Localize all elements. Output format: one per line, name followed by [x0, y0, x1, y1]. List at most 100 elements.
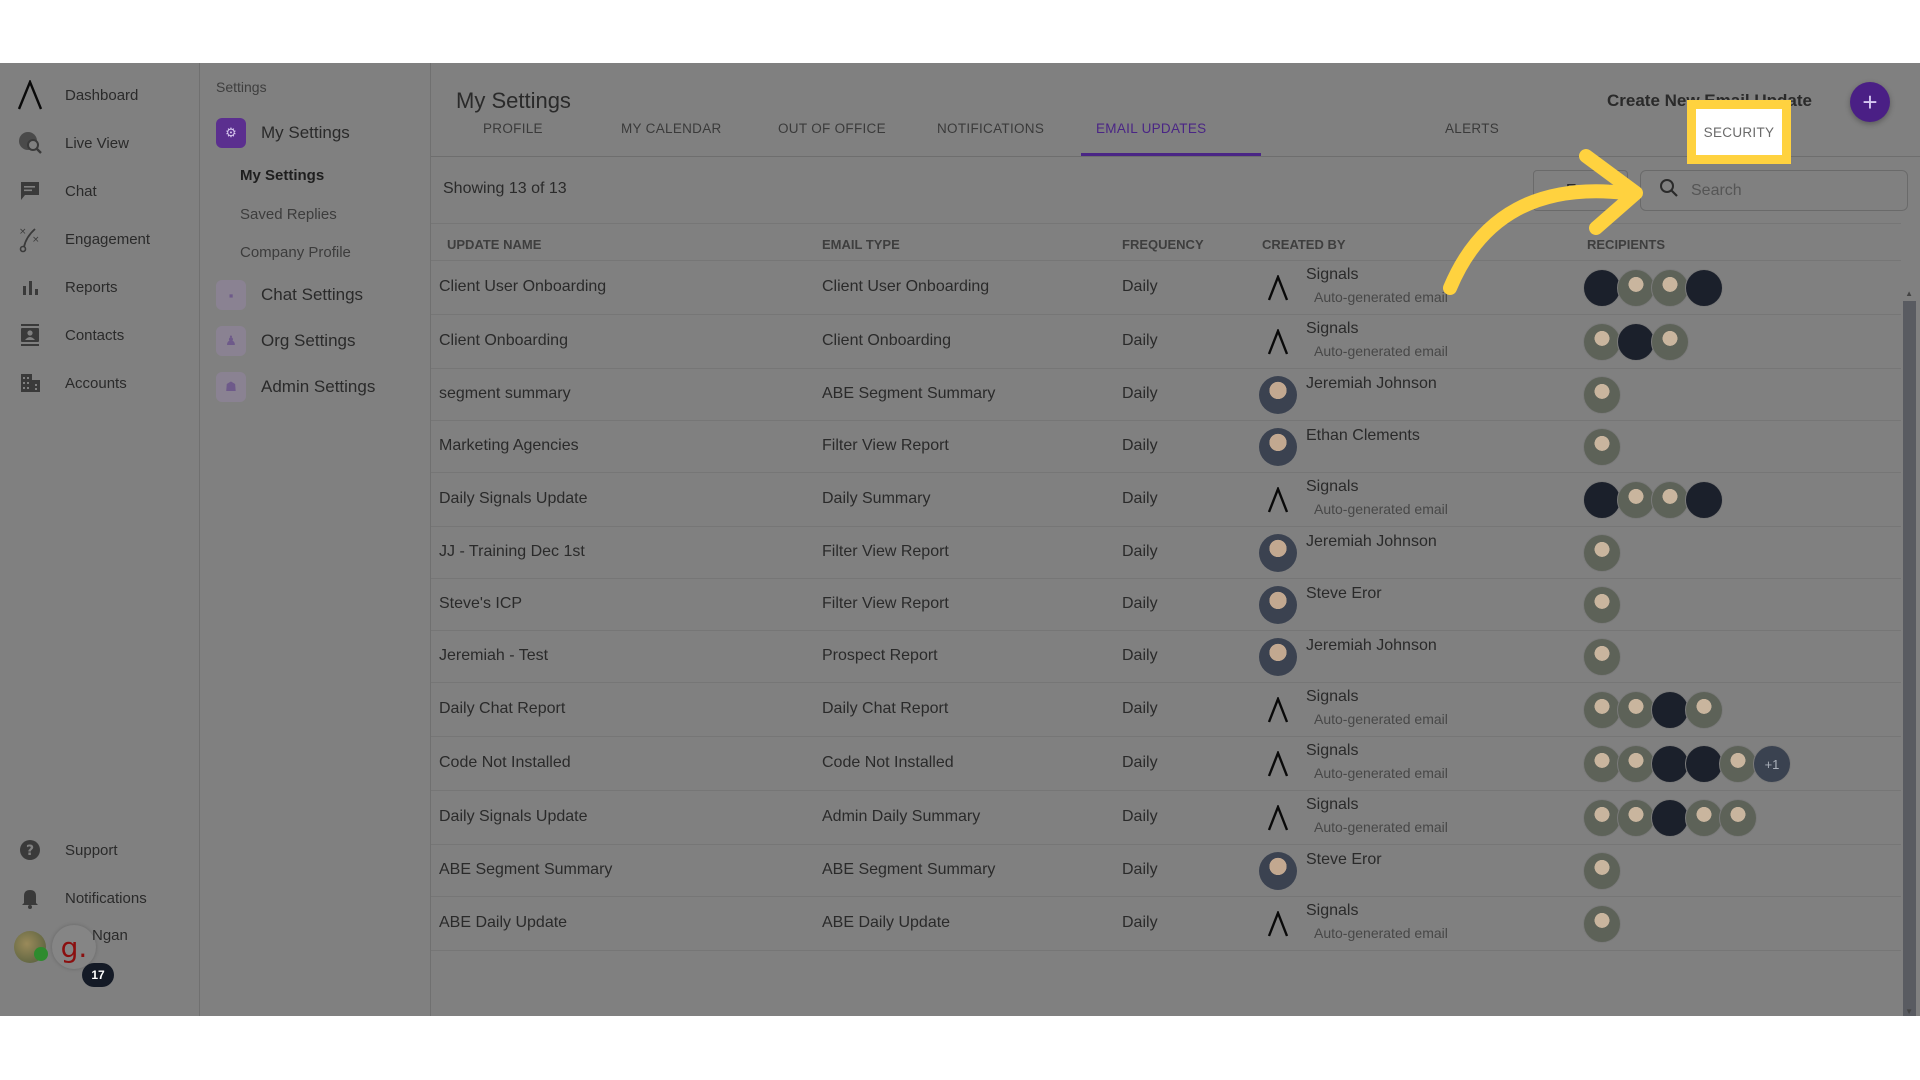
email-type-cell: Daily Chat Report	[822, 700, 949, 717]
recipients-avatars[interactable]: +1	[1583, 745, 1791, 783]
table-row[interactable]: Code Not Installed Code Not Installed Dail…	[431, 737, 1901, 791]
tab-alerts[interactable]: ALERTS	[1445, 121, 1499, 136]
column-header-recipients[interactable]: RECIPIENTS	[1587, 237, 1665, 252]
email-type-cell: ABE Segment Summary	[822, 385, 996, 402]
sidebar-group-org-settings[interactable]: ♟ Org Settings	[216, 325, 426, 357]
update-name-cell[interactable]: Daily Signals Update	[439, 490, 588, 508]
update-name-cell[interactable]: Client User Onboarding	[439, 278, 606, 296]
g-badge-icon[interactable]: g.	[52, 925, 96, 969]
bell-icon	[15, 883, 45, 913]
update-name-cell[interactable]: Daily Chat Report	[439, 700, 565, 718]
page-title: My Settings	[456, 88, 571, 113]
table-row[interactable]: ABE Segment Summary ABE Segment Summary Da…	[431, 845, 1901, 897]
recipients-avatars[interactable]	[1583, 586, 1621, 624]
scroll-up-arrow-icon[interactable]: ▲	[1905, 289, 1913, 298]
update-name-cell[interactable]: Code Not Installed	[439, 754, 571, 772]
recipient-avatar	[1685, 799, 1723, 837]
recipient-avatar	[1617, 269, 1655, 307]
update-name-cell[interactable]: Marketing Agencies	[439, 437, 579, 455]
creator-avatar	[1259, 586, 1297, 624]
creator-name: Steve Eror	[1306, 585, 1382, 602]
table-row[interactable]: Client User Onboarding Client User Onboar…	[431, 261, 1901, 315]
table-row[interactable]: segment summary ABE Segment Summary Daily J…	[431, 369, 1901, 421]
column-header-frequency[interactable]: FREQUENCY	[1122, 237, 1204, 252]
update-name-cell[interactable]: ABE Segment Summary	[439, 861, 612, 879]
update-name-cell[interactable]: segment summary	[439, 385, 571, 403]
nav-item-live-view[interactable]: Live View	[0, 123, 200, 163]
recipient-avatar	[1617, 691, 1655, 729]
nav-label: Notifications	[65, 889, 147, 907]
table-row[interactable]: Daily Signals Update Admin Daily Summary D…	[431, 791, 1901, 845]
tab-notifications[interactable]: NOTIFICATIONS	[937, 121, 1044, 136]
recipients-avatars[interactable]	[1583, 376, 1621, 414]
settings-sidebar: Settings ⚙ My Settings My Settings Saved…	[200, 63, 431, 1016]
sidebar-item-company-profile[interactable]: Company Profile	[240, 244, 351, 261]
user-profile[interactable]: g. 17 Ngan	[12, 925, 192, 987]
nav-item-dashboard[interactable]: Dashboard	[0, 75, 200, 115]
email-type-cell: Code Not Installed	[822, 754, 954, 771]
nav-item-chat[interactable]: Chat	[0, 171, 200, 211]
recipients-avatars[interactable]	[1583, 638, 1621, 676]
column-header-email-type[interactable]: EMAIL TYPE	[822, 237, 900, 252]
nav-item-contacts[interactable]: Contacts	[0, 315, 200, 355]
update-name-cell[interactable]: Client Onboarding	[439, 332, 568, 350]
cloud-download-icon: ☁	[1548, 182, 1562, 198]
update-name-cell[interactable]: Daily Signals Update	[439, 808, 588, 826]
nav-item-accounts[interactable]: Accounts	[0, 363, 200, 403]
creator-avatar	[1259, 852, 1297, 890]
frequency-cell: Daily	[1122, 595, 1158, 612]
tab-security-highlighted[interactable]: SECURITY	[1687, 100, 1791, 164]
engagement-icon: × ×	[15, 224, 45, 254]
search-icon	[1659, 178, 1679, 203]
column-header-created-by[interactable]: CREATED BY	[1262, 237, 1346, 252]
recipients-avatars[interactable]	[1583, 323, 1689, 361]
tab-profile[interactable]: PROFILE	[483, 121, 543, 136]
table-row[interactable]: Steve's ICP Filter View Report Daily Steve …	[431, 579, 1901, 631]
column-header-update-name[interactable]: UPDATE NAME	[447, 237, 541, 252]
table-row[interactable]: Daily Chat Report Daily Chat Report Daily S…	[431, 683, 1901, 737]
recipient-avatar	[1651, 691, 1689, 729]
table-row[interactable]: ABE Daily Update ABE Daily Update Daily Sig…	[431, 897, 1901, 951]
recipients-avatars[interactable]	[1583, 905, 1621, 943]
nav-item-reports[interactable]: Reports	[0, 267, 200, 307]
recipients-avatars[interactable]	[1583, 269, 1723, 307]
sidebar-group-chat-settings[interactable]: ▪ Chat Settings	[216, 279, 426, 311]
recipient-avatar	[1651, 481, 1689, 519]
frequency-cell: Daily	[1122, 385, 1158, 402]
scroll-down-arrow-icon[interactable]: ▼	[1905, 1007, 1913, 1016]
tab-email-updates[interactable]: EMAIL UPDATES	[1096, 121, 1206, 136]
recipients-avatars[interactable]	[1583, 481, 1723, 519]
table-row[interactable]: Client Onboarding Client Onboarding Daily S…	[431, 315, 1901, 369]
update-name-cell[interactable]: JJ - Training Dec 1st	[439, 543, 585, 561]
nav-item-support[interactable]: ? Support	[0, 830, 200, 870]
table-row[interactable]: Daily Signals Update Daily Summary Daily Si…	[431, 473, 1901, 527]
tab-out-of-office[interactable]: OUT OF OFFICE	[778, 121, 886, 136]
update-name-cell[interactable]: Steve's ICP	[439, 595, 522, 613]
recipients-avatars[interactable]	[1583, 428, 1621, 466]
recipients-avatars[interactable]	[1583, 534, 1621, 572]
recipients-avatars[interactable]	[1583, 691, 1723, 729]
update-name-cell[interactable]: ABE Daily Update	[439, 914, 567, 932]
creator-name: Steve Eror	[1306, 851, 1382, 868]
export-button[interactable]: ☁ Export	[1533, 170, 1628, 211]
search-box[interactable]	[1640, 170, 1908, 211]
nav-item-notifications[interactable]: Notifications	[0, 878, 200, 918]
recipients-avatars[interactable]	[1583, 799, 1757, 837]
update-name-cell[interactable]: Jeremiah - Test	[439, 647, 548, 665]
recipients-avatars[interactable]	[1583, 852, 1621, 890]
nav-item-engagement[interactable]: × × Engagement	[0, 219, 200, 259]
creator-avatar	[1259, 534, 1297, 572]
sidebar-item-saved-replies[interactable]: Saved Replies	[240, 206, 337, 223]
table-scrollbar[interactable]	[1903, 301, 1916, 1036]
table-row[interactable]: Marketing Agencies Filter View Report Dail…	[431, 421, 1901, 473]
sidebar-item-my-settings[interactable]: My Settings	[240, 167, 324, 184]
create-email-update-button[interactable]: +	[1850, 82, 1890, 122]
tab-my-calendar[interactable]: MY CALENDAR	[621, 121, 722, 136]
svg-text:×: ×	[19, 227, 27, 237]
sidebar-group-admin-settings[interactable]: ☗ Admin Settings	[216, 371, 426, 403]
more-recipients-badge[interactable]: +1	[1753, 745, 1791, 783]
table-row[interactable]: Jeremiah - Test Prospect Report Daily Jerem…	[431, 631, 1901, 683]
search-input[interactable]	[1691, 181, 1891, 200]
sidebar-group-my-settings[interactable]: ⚙ My Settings	[216, 117, 426, 149]
table-row[interactable]: JJ - Training Dec 1st Filter View Report D…	[431, 527, 1901, 579]
